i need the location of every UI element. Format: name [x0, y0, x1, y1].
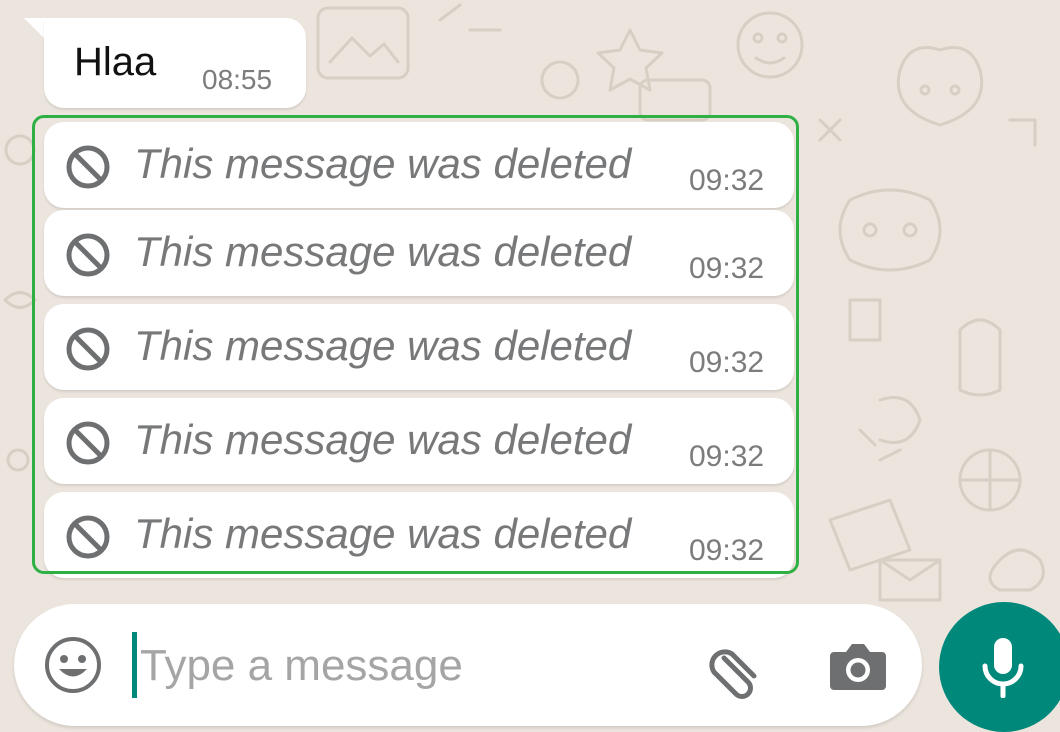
bubble-tail: [24, 18, 46, 40]
message-text: Hlaa: [74, 40, 157, 84]
emoji-icon[interactable]: [42, 634, 104, 696]
message-time: 08:55: [202, 64, 273, 95]
mic-button[interactable]: [939, 602, 1060, 732]
text-cursor: [132, 632, 137, 698]
message-bubble[interactable]: Hlaa 08:55: [44, 18, 306, 108]
paperclip-icon[interactable]: [704, 636, 768, 700]
message-composer: [14, 604, 922, 726]
message-input[interactable]: [138, 632, 662, 700]
camera-icon[interactable]: [828, 638, 888, 694]
selection-highlight: [32, 115, 799, 574]
microphone-icon: [982, 638, 1024, 698]
